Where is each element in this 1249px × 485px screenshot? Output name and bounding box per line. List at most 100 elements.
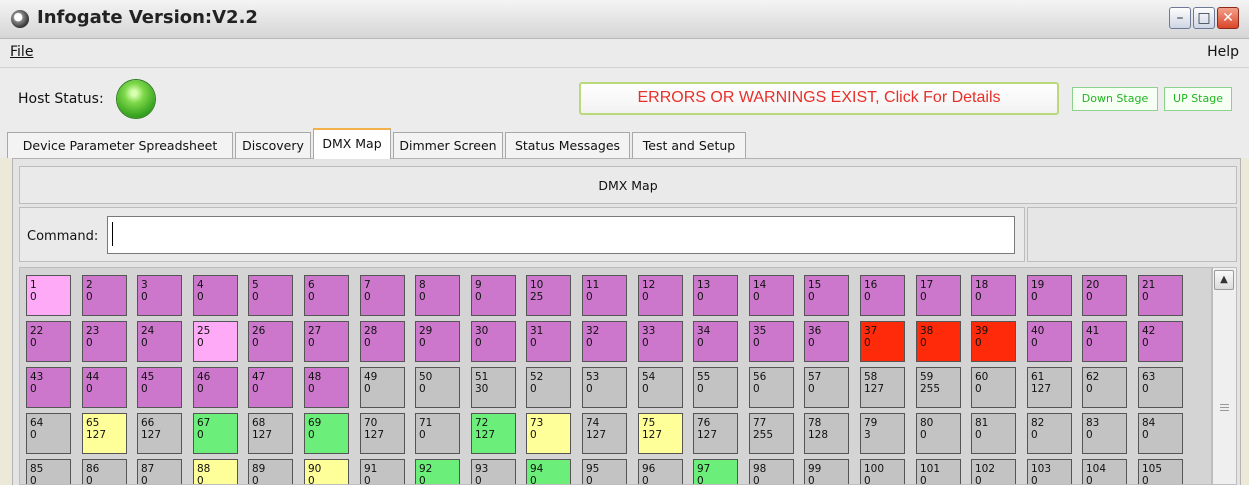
close-button[interactable]: ✕ <box>1217 7 1239 29</box>
dmx-channel-cell[interactable]: 16 0 <box>860 275 905 316</box>
dmx-channel-cell[interactable]: 14 0 <box>749 275 794 316</box>
dmx-channel-cell[interactable]: 72 127 <box>471 413 516 454</box>
dmx-channel-cell[interactable]: 60 0 <box>971 367 1016 408</box>
dmx-channel-cell[interactable]: 18 0 <box>971 275 1016 316</box>
dmx-channel-cell[interactable]: 81 0 <box>971 413 1016 454</box>
dmx-channel-cell[interactable]: 48 0 <box>304 367 349 408</box>
scroll-up-button[interactable]: ▲ <box>1214 270 1234 290</box>
up-stage-button[interactable]: UP Stage <box>1164 87 1232 111</box>
dmx-channel-cell[interactable]: 15 0 <box>804 275 849 316</box>
dmx-channel-cell[interactable]: 62 0 <box>1082 367 1127 408</box>
dmx-channel-cell[interactable]: 21 0 <box>1138 275 1183 316</box>
dmx-channel-cell[interactable]: 94 0 <box>526 459 571 484</box>
dmx-channel-cell[interactable]: 29 0 <box>415 321 460 362</box>
dmx-channel-cell[interactable]: 59 255 <box>916 367 961 408</box>
dmx-channel-cell[interactable]: 24 0 <box>137 321 182 362</box>
dmx-channel-cell[interactable]: 49 0 <box>360 367 405 408</box>
dmx-channel-cell[interactable]: 33 0 <box>638 321 683 362</box>
dmx-channel-cell[interactable]: 34 0 <box>693 321 738 362</box>
tab-discovery[interactable]: Discovery <box>235 132 311 158</box>
dmx-channel-cell[interactable]: 71 0 <box>415 413 460 454</box>
dmx-channel-cell[interactable]: 10 25 <box>526 275 571 316</box>
maximize-button[interactable]: □ <box>1193 7 1215 29</box>
dmx-channel-cell[interactable]: 67 0 <box>193 413 238 454</box>
dmx-channel-cell[interactable]: 73 0 <box>526 413 571 454</box>
dmx-channel-cell[interactable]: 37 0 <box>860 321 905 362</box>
dmx-channel-cell[interactable]: 31 0 <box>526 321 571 362</box>
dmx-channel-cell[interactable]: 40 <box>193 275 238 316</box>
dmx-channel-cell[interactable]: 64 0 <box>26 413 71 454</box>
dmx-channel-cell[interactable]: 20 <box>82 275 127 316</box>
dmx-channel-cell[interactable]: 30 0 <box>471 321 516 362</box>
dmx-channel-cell[interactable]: 51 30 <box>471 367 516 408</box>
dmx-channel-cell[interactable]: 54 0 <box>638 367 683 408</box>
dmx-channel-cell[interactable]: 22 0 <box>26 321 71 362</box>
dmx-channel-cell[interactable]: 105 0 <box>1138 459 1183 484</box>
dmx-channel-cell[interactable]: 92 0 <box>415 459 460 484</box>
title-bar[interactable]: Infogate Version:V2.2 – □ ✕ <box>0 0 1249 39</box>
dmx-channel-cell[interactable]: 11 0 <box>582 275 627 316</box>
dmx-channel-cell[interactable]: 12 0 <box>638 275 683 316</box>
dmx-channel-cell[interactable]: 50 0 <box>415 367 460 408</box>
dmx-channel-cell[interactable]: 38 0 <box>916 321 961 362</box>
dmx-channel-cell[interactable]: 27 0 <box>304 321 349 362</box>
dmx-channel-cell[interactable]: 53 0 <box>582 367 627 408</box>
tab-device-parameter-spreadsheet[interactable]: Device Parameter Spreadsheet <box>7 132 233 158</box>
dmx-channel-cell[interactable]: 46 0 <box>193 367 238 408</box>
dmx-channel-cell[interactable]: 97 0 <box>693 459 738 484</box>
dmx-channel-cell[interactable]: 75 127 <box>638 413 683 454</box>
dmx-channel-cell[interactable]: 93 0 <box>471 459 516 484</box>
dmx-channel-cell[interactable]: 78 128 <box>804 413 849 454</box>
dmx-channel-cell[interactable]: 58 127 <box>860 367 905 408</box>
dmx-channel-cell[interactable]: 44 0 <box>82 367 127 408</box>
dmx-channel-cell[interactable]: 52 0 <box>526 367 571 408</box>
dmx-channel-cell[interactable]: 90 0 <box>304 459 349 484</box>
menu-help[interactable]: Help <box>1207 44 1239 60</box>
dmx-channel-cell[interactable]: 30 <box>137 275 182 316</box>
dmx-channel-cell[interactable]: 102 0 <box>971 459 1016 484</box>
dmx-channel-cell[interactable]: 103 0 <box>1027 459 1072 484</box>
dmx-channel-cell[interactable]: 89 0 <box>248 459 293 484</box>
dmx-channel-cell[interactable]: 26 0 <box>248 321 293 362</box>
dmx-channel-cell[interactable]: 32 0 <box>582 321 627 362</box>
vertical-scrollbar[interactable] <box>1212 267 1237 485</box>
dmx-channel-cell[interactable]: 86 0 <box>82 459 127 484</box>
dmx-channel-cell[interactable]: 41 0 <box>1082 321 1127 362</box>
dmx-channel-cell[interactable]: 19 0 <box>1027 275 1072 316</box>
tab-test-and-setup[interactable]: Test and Setup <box>632 132 746 158</box>
dmx-channel-cell[interactable]: 10 <box>26 275 71 316</box>
dmx-channel-cell[interactable]: 36 0 <box>804 321 849 362</box>
dmx-channel-cell[interactable]: 39 0 <box>971 321 1016 362</box>
dmx-channel-cell[interactable]: 43 0 <box>26 367 71 408</box>
dmx-channel-cell[interactable]: 101 0 <box>916 459 961 484</box>
dmx-channel-cell[interactable]: 63 0 <box>1138 367 1183 408</box>
dmx-channel-cell[interactable]: 87 0 <box>137 459 182 484</box>
dmx-channel-cell[interactable]: 84 0 <box>1138 413 1183 454</box>
dmx-channel-cell[interactable]: 17 0 <box>916 275 961 316</box>
dmx-channel-cell[interactable]: 40 0 <box>1027 321 1072 362</box>
dmx-channel-cell[interactable]: 35 0 <box>749 321 794 362</box>
dmx-channel-cell[interactable]: 55 0 <box>693 367 738 408</box>
dmx-channel-cell[interactable]: 47 0 <box>248 367 293 408</box>
dmx-channel-cell[interactable]: 96 0 <box>638 459 683 484</box>
dmx-channel-cell[interactable]: 68 127 <box>248 413 293 454</box>
scroll-thumb-grip-icon[interactable] <box>1220 404 1229 413</box>
dmx-channel-cell[interactable]: 42 0 <box>1138 321 1183 362</box>
down-stage-button[interactable]: Down Stage <box>1072 87 1158 111</box>
dmx-channel-cell[interactable]: 61 127 <box>1027 367 1072 408</box>
dmx-channel-cell[interactable]: 57 0 <box>804 367 849 408</box>
dmx-channel-cell[interactable]: 82 0 <box>1027 413 1072 454</box>
dmx-channel-cell[interactable]: 85 0 <box>26 459 71 484</box>
dmx-channel-cell[interactable]: 66 127 <box>137 413 182 454</box>
tab-dimmer-screen[interactable]: Dimmer Screen <box>393 132 503 158</box>
dmx-channel-cell[interactable]: 80 0 <box>916 413 961 454</box>
dmx-channel-cell[interactable]: 98 0 <box>749 459 794 484</box>
dmx-channel-cell[interactable]: 65 127 <box>82 413 127 454</box>
dmx-channel-cell[interactable]: 90 <box>471 275 516 316</box>
errors-warnings-button[interactable]: ERRORS OR WARNINGS EXIST, Click For Deta… <box>579 82 1059 115</box>
dmx-channel-cell[interactable]: 91 0 <box>360 459 405 484</box>
dmx-channel-cell[interactable]: 45 0 <box>137 367 182 408</box>
dmx-channel-cell[interactable]: 70 <box>360 275 405 316</box>
dmx-channel-cell[interactable]: 28 0 <box>360 321 405 362</box>
dmx-channel-cell[interactable]: 70 127 <box>360 413 405 454</box>
